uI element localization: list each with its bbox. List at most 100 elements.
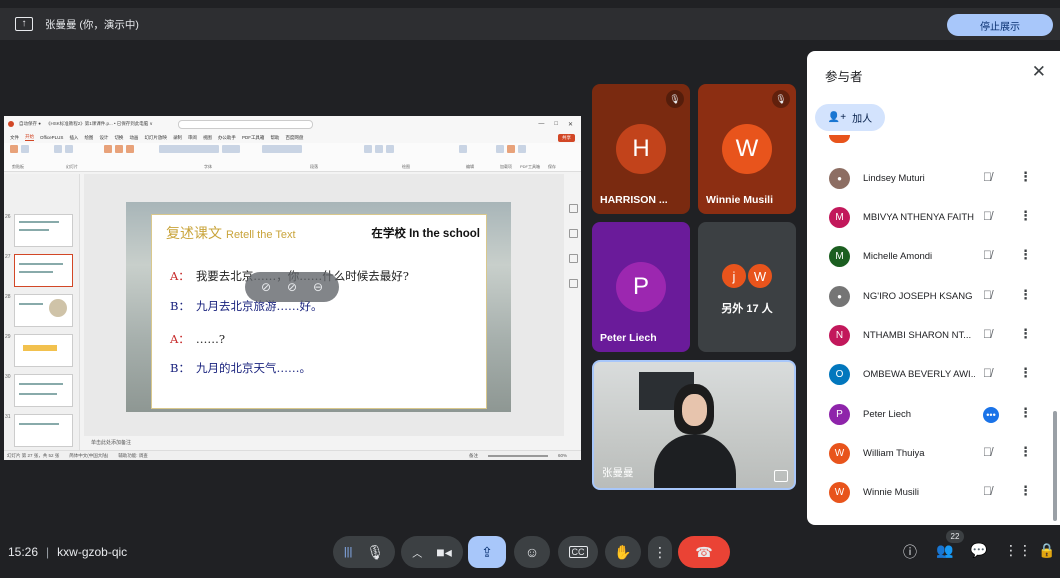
raise-hand-button[interactable]: ✋: [605, 536, 641, 568]
captions-button[interactable]: CC: [558, 536, 598, 568]
tab-view[interactable]: 视图: [203, 135, 212, 141]
leave-call-button[interactable]: ☎: [678, 536, 730, 568]
new-slide-icon[interactable]: [54, 145, 62, 153]
slide-thumbnail-selected[interactable]: [14, 254, 73, 287]
arrange-icon[interactable]: [375, 145, 383, 153]
find-icon[interactable]: [459, 145, 467, 153]
share-button[interactable]: 共享: [558, 133, 575, 142]
slide-thumbnail[interactable]: [14, 414, 73, 447]
activities-icon[interactable]: ⋮⋮: [1004, 542, 1032, 559]
paste-icon[interactable]: [10, 145, 18, 153]
participant-tile-harrison[interactable]: 🎙 H HARRISON ...: [592, 84, 690, 214]
font-name-box[interactable]: [159, 145, 219, 153]
present-button[interactable]: ⇪: [468, 536, 506, 568]
more-options-icon[interactable]: ⋮: [1019, 287, 1032, 303]
tab-animations[interactable]: 动画: [129, 135, 138, 141]
participant-tile-peter[interactable]: P Peter Liech: [592, 222, 690, 352]
participant-row[interactable]: O OMBEWA BEVERLY AWI... 🎙̸ ⋮: [807, 355, 1052, 394]
reactions-button[interactable]: ☺: [514, 536, 550, 568]
paragraph-controls[interactable]: [262, 145, 302, 153]
cut-icon[interactable]: [21, 145, 29, 153]
tab-review[interactable]: 审阅: [188, 135, 197, 141]
add-people-button[interactable]: 👤+ 加人: [815, 104, 885, 131]
participant-row[interactable]: P Peter Liech ••• ⋮: [807, 395, 1052, 434]
more-options-icon[interactable]: ⋮: [1019, 444, 1032, 460]
shapes-icon[interactable]: [364, 145, 372, 153]
participant-row[interactable]: W William Thuiya 🎙̸ ⋮: [807, 434, 1052, 473]
tab-help[interactable]: 帮助: [270, 135, 279, 141]
chevron-up-icon[interactable]: ︿: [412, 545, 422, 560]
camera-button[interactable]: ■◂: [436, 544, 451, 561]
more-options-icon[interactable]: ⋮: [1019, 169, 1032, 185]
tab-file[interactable]: 文件: [10, 135, 19, 141]
more-options-button[interactable]: ⋮: [648, 536, 672, 568]
panel-scrollbar[interactable]: [1053, 411, 1057, 521]
people-icon[interactable]: 👥: [936, 542, 953, 559]
tab-transitions[interactable]: 切换: [114, 135, 123, 141]
more-options-icon[interactable]: ⋮: [1019, 247, 1032, 263]
participant-row[interactable]: M Michelle Amondi 🎙̸ ⋮: [807, 237, 1052, 276]
tab-baidu-netdisk[interactable]: 百度网盘: [285, 135, 303, 141]
ribbon-group-pdf: PDF工具箱: [520, 164, 540, 169]
self-view-toggle-icon[interactable]: [774, 470, 788, 482]
participant-row[interactable]: ● NG'IRO JOSEPH KSANG 🎙̸ ⋮: [807, 277, 1052, 316]
minimize-controls-icon[interactable]: ⊖: [313, 280, 323, 294]
designer-icon[interactable]: [569, 204, 578, 213]
participant-row[interactable]: M MBIVYA NTHENYA FAITH 🎙̸ ⋮: [807, 198, 1052, 237]
addins-icon[interactable]: [496, 145, 504, 153]
tab-pdf-tools[interactable]: PDF工具箱: [242, 135, 265, 141]
participant-row[interactable]: ● Lindsey Muturi 🎙̸ ⋮: [807, 159, 1052, 198]
others-tile[interactable]: j W 另外 17 人: [698, 222, 796, 352]
more-options-icon[interactable]: ⋮: [1019, 405, 1032, 421]
maximize-icon[interactable]: □: [554, 121, 558, 128]
notes-area[interactable]: 单击此处添加备注: [84, 436, 564, 450]
slide-thumbnail[interactable]: [14, 374, 73, 407]
more-options-icon[interactable]: ⋮: [1019, 208, 1032, 224]
slide-thumbnail[interactable]: [14, 214, 73, 247]
tab-design[interactable]: 设计: [99, 135, 108, 141]
copilot-icon[interactable]: [569, 229, 578, 238]
history-icon[interactable]: [569, 254, 578, 263]
host-controls-icon[interactable]: 🔒: [1038, 542, 1055, 559]
theme-icon[interactable]: [115, 145, 123, 153]
delete-icon[interactable]: [569, 279, 578, 288]
slide-thumbnail[interactable]: [14, 294, 73, 327]
mini-avatar: W: [746, 262, 774, 290]
template-icon[interactable]: [104, 145, 112, 153]
pdf-convert-icon[interactable]: [507, 145, 515, 153]
slide-thumbnail[interactable]: [14, 334, 73, 367]
mic-off-icon[interactable]: ⊘: [261, 280, 271, 294]
more-options-icon[interactable]: ⋮: [1019, 326, 1032, 342]
tab-officeplus[interactable]: OfficePLUS: [40, 135, 63, 140]
font-size-box[interactable]: [222, 145, 240, 153]
tab-home[interactable]: 开始: [25, 134, 34, 141]
add-person-icon: 👤+: [827, 112, 847, 123]
participant-row[interactable]: N NTHAMBI SHARON NT... 🎙̸ ⋮: [807, 316, 1052, 355]
save-netdisk-icon[interactable]: [518, 145, 526, 153]
participant-row[interactable]: W Winnie Musili 🎙̸ ⋮: [807, 473, 1052, 512]
more-options-icon[interactable]: ⋮: [1019, 483, 1032, 499]
tab-draw[interactable]: 绘图: [84, 135, 93, 141]
self-video-tile[interactable]: 张曼曼: [592, 360, 796, 490]
stop-presenting-button[interactable]: 停止展示: [947, 14, 1053, 36]
tab-insert[interactable]: 插入: [69, 135, 78, 141]
participant-tile-winnie[interactable]: 🎙 W Winnie Musili: [698, 84, 796, 214]
ppt-status-bar: 幻灯片 第 27 张，共 52 张 简体中文(中国大陆) 辅助功能: 调查 备注…: [4, 450, 581, 460]
minimize-icon[interactable]: —: [538, 121, 544, 128]
single-icon[interactable]: [126, 145, 134, 153]
notes-toggle[interactable]: 备注: [469, 453, 478, 459]
ppt-search-box[interactable]: [177, 119, 313, 129]
meeting-details-icon[interactable]: ⓘ: [903, 542, 917, 562]
tab-record[interactable]: 录制: [173, 135, 182, 141]
chat-icon[interactable]: 💬: [970, 542, 987, 559]
camera-off-icon[interactable]: ⊘: [287, 280, 297, 294]
microphone-button[interactable]: 🎙: [366, 544, 384, 561]
zoom-slider[interactable]: [487, 454, 548, 457]
tab-slideshow[interactable]: 幻灯片放映: [144, 135, 167, 141]
layout-icon[interactable]: [65, 145, 73, 153]
close-icon[interactable]: ✕: [568, 121, 573, 128]
quick-styles-icon[interactable]: [386, 145, 394, 153]
more-options-icon[interactable]: ⋮: [1019, 365, 1032, 381]
tab-assistant[interactable]: 办公助手: [218, 135, 236, 141]
close-panel-icon[interactable]: ✕: [1032, 62, 1046, 82]
